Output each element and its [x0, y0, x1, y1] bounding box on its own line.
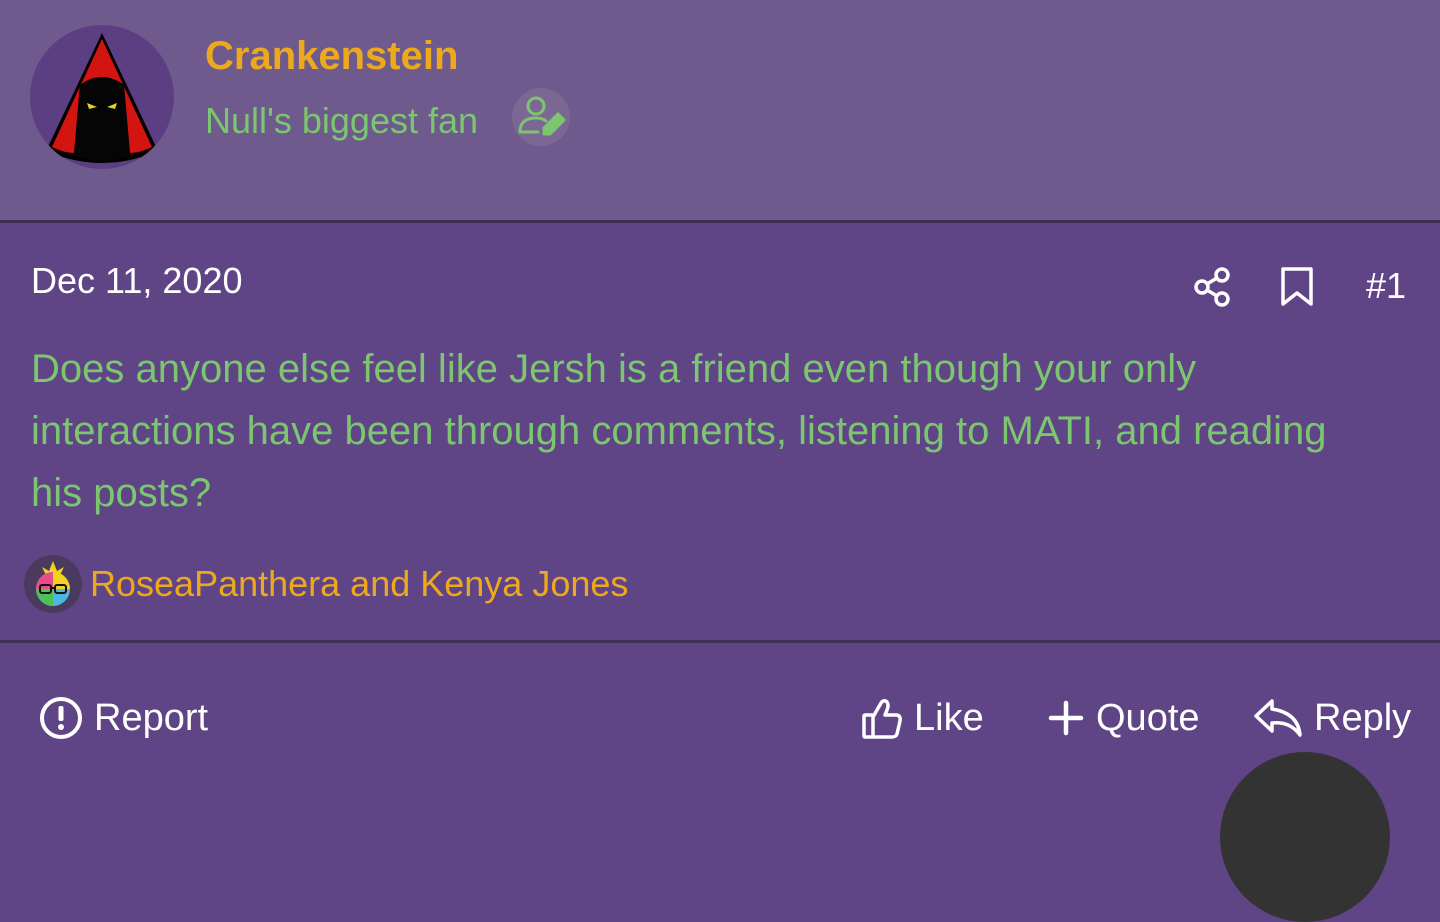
alert-circle-icon [40, 697, 82, 739]
plus-icon [1048, 700, 1084, 736]
reply-label: Reply [1314, 696, 1412, 739]
reaction-users-link[interactable]: RoseaPanthera and Kenya Jones [90, 563, 628, 605]
quote-label: Quote [1096, 696, 1200, 739]
reply-button[interactable]: Reply [1252, 690, 1411, 746]
post-date[interactable]: Dec 11, 2020 [31, 260, 242, 302]
report-button[interactable]: Report [38, 690, 208, 746]
like-label: Like [914, 696, 984, 739]
author-user-title: Null's biggest fan [205, 100, 479, 141]
floating-action-button[interactable] [1220, 752, 1390, 922]
report-label: Report [94, 696, 209, 739]
reply-icon [1254, 699, 1302, 737]
reactions-bar[interactable]: RoseaPanthera and Kenya Jones [24, 554, 628, 614]
like-button[interactable]: Like [860, 690, 984, 746]
thumbs-up-icon [862, 698, 902, 739]
author-username[interactable]: Crankenstein [205, 34, 458, 79]
footer-divider [0, 640, 1440, 643]
user-edit-icon [512, 88, 570, 146]
share-icon[interactable] [1192, 266, 1234, 313]
post-author-header: Crankenstein Null's biggest fan [0, 0, 1440, 223]
reactor-avatar[interactable] [24, 555, 82, 613]
quote-button[interactable]: Quote [1046, 690, 1200, 746]
author-avatar[interactable] [30, 25, 174, 169]
post-number-link[interactable]: #1 [1366, 265, 1406, 307]
bookmark-icon[interactable] [1280, 266, 1314, 313]
post-body: Does anyone else feel like Jersh is a fr… [31, 347, 1327, 515]
